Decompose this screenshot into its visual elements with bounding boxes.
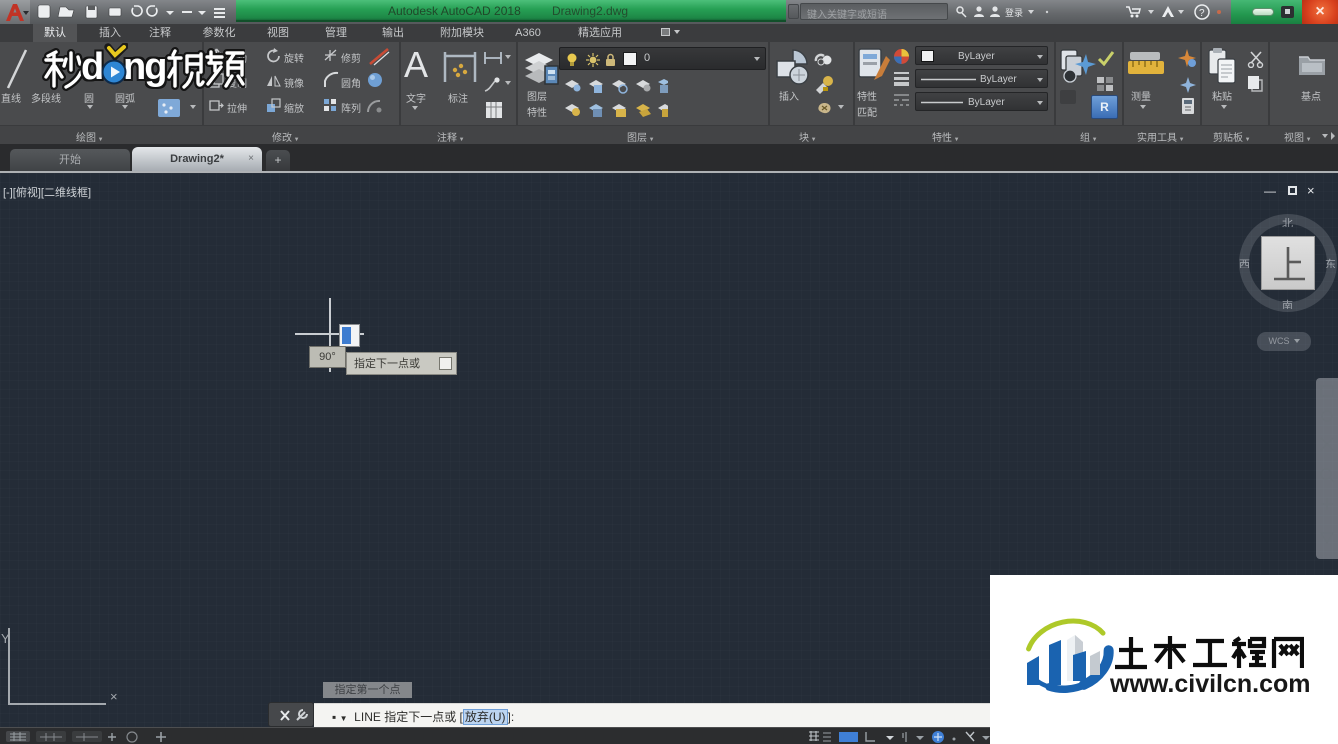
svg-text:?: ?: [1199, 8, 1205, 19]
svg-text:登录: 登录: [1005, 8, 1023, 18]
